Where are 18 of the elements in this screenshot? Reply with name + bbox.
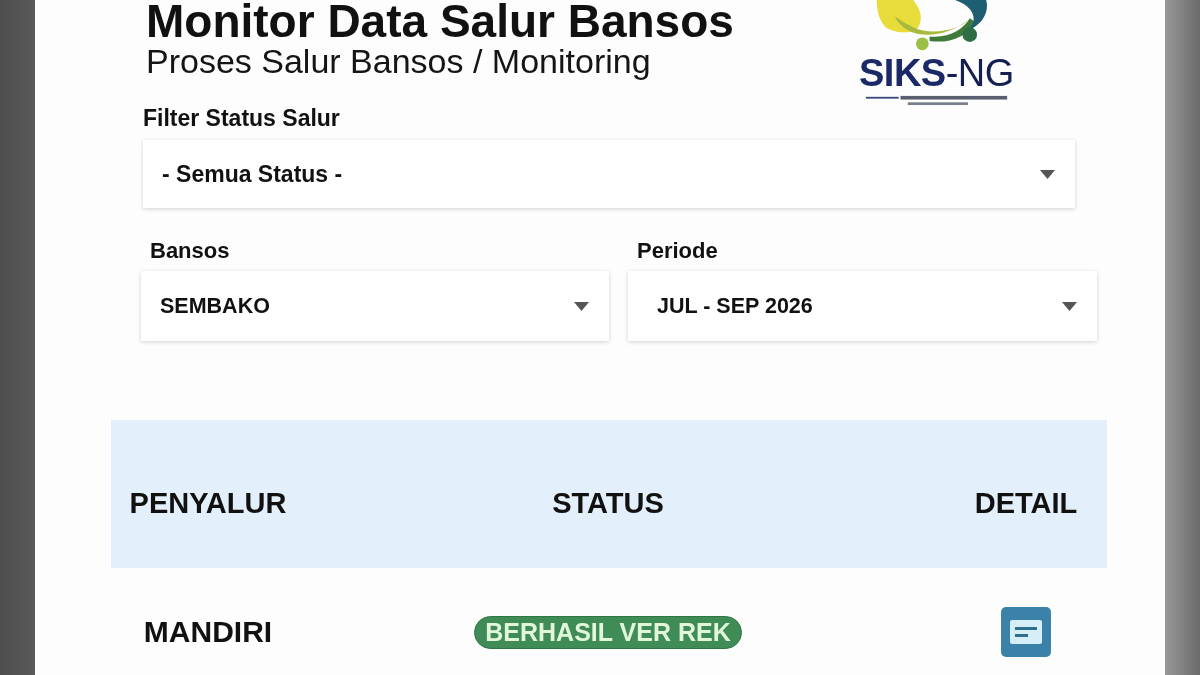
field-label: Filter Status Salur bbox=[143, 106, 340, 130]
document-icon[interactable] bbox=[1001, 607, 1051, 657]
column-header: DETAIL bbox=[974, 486, 1078, 520]
caret-icon bbox=[1062, 301, 1077, 311]
field-label: Periode bbox=[637, 238, 718, 264]
caret-icon bbox=[1040, 169, 1055, 179]
page-title: Monitor Data Salur Bansos bbox=[146, 0, 734, 42]
column-header: STATUS bbox=[552, 486, 664, 520]
status-badge: BERHASIL VER REK bbox=[474, 615, 742, 649]
caret-icon bbox=[574, 301, 589, 311]
dropdown[interactable]: JUL - SEP 2026 bbox=[628, 271, 1097, 341]
column-header: PENYALUR bbox=[129, 486, 287, 520]
breadcrumb-text: Proses Salur Bansos / Monitoring bbox=[146, 42, 651, 80]
table-cell: MANDIRI bbox=[143, 615, 273, 649]
dropdown[interactable]: SEMBAKO bbox=[141, 271, 609, 341]
field-label: Bansos bbox=[150, 238, 230, 264]
logo-text: SIKS-NG bbox=[859, 51, 1014, 96]
dropdown[interactable]: - Semua Status - bbox=[143, 140, 1075, 208]
